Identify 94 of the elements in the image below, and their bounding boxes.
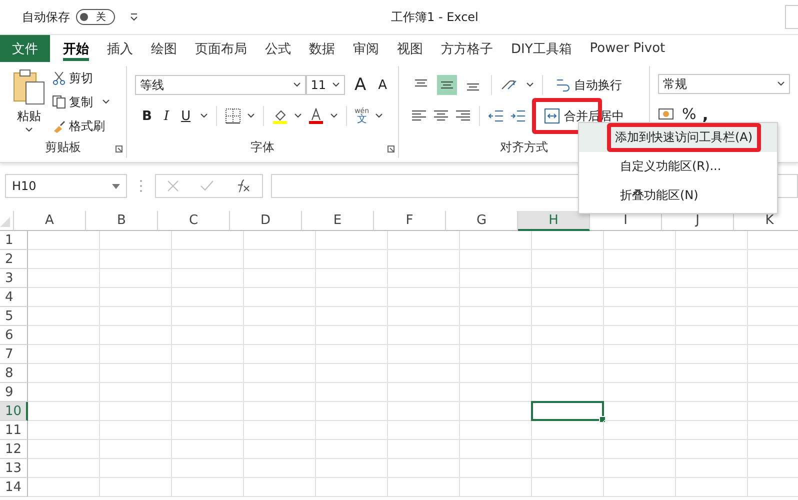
row-header[interactable]: 7 bbox=[0, 345, 28, 364]
row-header[interactable]: 4 bbox=[0, 288, 28, 307]
copy-button[interactable]: 复制 bbox=[52, 92, 110, 112]
shrink-font-button[interactable]: A bbox=[375, 78, 390, 92]
caret-icon[interactable] bbox=[294, 113, 302, 119]
ribbon-tab[interactable]: 开始 bbox=[54, 35, 98, 62]
horizontal-align-icon[interactable] bbox=[455, 109, 471, 123]
column-header[interactable]: F bbox=[374, 211, 446, 231]
grow-font-button[interactable]: A bbox=[351, 75, 370, 95]
window-title: 工作簿1 - Excel bbox=[391, 8, 478, 26]
ribbon-tab[interactable]: 方方格子 bbox=[432, 35, 502, 62]
autosave-label: 自动保存 bbox=[22, 8, 70, 26]
increase-indent-icon[interactable] bbox=[510, 109, 526, 123]
comma-button[interactable]: , bbox=[702, 104, 708, 124]
caret-icon bbox=[777, 81, 785, 87]
autosave-toggle[interactable]: 关 bbox=[76, 9, 115, 25]
clipboard-icon bbox=[12, 68, 46, 106]
ribbon-tab[interactable]: 公式 bbox=[256, 35, 300, 62]
currency-icon[interactable] bbox=[658, 106, 676, 122]
select-all-icon[interactable] bbox=[0, 217, 10, 227]
column-header[interactable]: C bbox=[158, 211, 230, 231]
group-label: 字体 bbox=[250, 138, 274, 156]
ribbon-tab[interactable]: 审阅 bbox=[344, 35, 388, 62]
vertical-align-button[interactable] bbox=[437, 75, 457, 95]
menu-item[interactable]: 添加到快速访问工具栏(A) bbox=[579, 123, 777, 152]
cut-button[interactable]: 剪切 bbox=[52, 68, 110, 88]
menu-item[interactable]: 折叠功能区(N) bbox=[579, 181, 777, 210]
name-box[interactable]: H10 bbox=[5, 174, 127, 198]
caret-icon[interactable] bbox=[246, 113, 255, 119]
caret-icon[interactable] bbox=[526, 82, 534, 88]
group-label: 对齐方式 bbox=[500, 138, 548, 156]
row-header[interactable]: 12 bbox=[0, 440, 28, 459]
ribbon-tab[interactable]: 页面布局 bbox=[186, 35, 256, 62]
row-header[interactable]: 10 bbox=[0, 402, 28, 421]
row-header[interactable]: 13 bbox=[0, 459, 28, 478]
insert-function-icon[interactable] bbox=[235, 179, 252, 193]
enter-icon[interactable] bbox=[200, 180, 214, 192]
caret-icon[interactable] bbox=[200, 113, 208, 119]
row-header[interactable]: 2 bbox=[0, 250, 28, 269]
copy-icon bbox=[52, 95, 66, 109]
format-painter-button[interactable]: 格式刷 bbox=[52, 116, 110, 136]
underline-button[interactable]: U bbox=[178, 108, 194, 124]
row-header[interactable]: 1 bbox=[0, 231, 28, 250]
caret-icon bbox=[25, 127, 33, 133]
search-field[interactable] bbox=[785, 5, 798, 29]
fill-color-icon[interactable] bbox=[272, 108, 288, 124]
column-header[interactable]: D bbox=[230, 211, 302, 231]
caret-icon bbox=[102, 99, 110, 105]
caret-icon[interactable] bbox=[330, 113, 338, 119]
row-header[interactable]: 11 bbox=[0, 421, 28, 440]
row-header[interactable]: 8 bbox=[0, 364, 28, 383]
ribbon-tab[interactable]: 数据 bbox=[300, 35, 344, 62]
column-header[interactable]: A bbox=[14, 211, 86, 231]
percent-button[interactable]: % bbox=[682, 105, 696, 123]
italic-button[interactable]: I bbox=[160, 108, 172, 124]
horizontal-align-icon[interactable] bbox=[433, 109, 449, 123]
ribbon-tab[interactable]: 绘图 bbox=[142, 35, 186, 62]
font-name-field[interactable]: 等线 bbox=[135, 75, 306, 95]
paintbrush-icon bbox=[52, 119, 66, 133]
menu-item[interactable]: 自定义功能区(R)... bbox=[579, 152, 777, 181]
borders-icon[interactable] bbox=[224, 108, 241, 124]
cancel-icon[interactable] bbox=[166, 180, 179, 192]
dialog-launcher-icon[interactable] bbox=[115, 145, 123, 153]
column-header[interactable]: E bbox=[302, 211, 374, 231]
ribbon-tab[interactable]: DIY工具箱 bbox=[502, 35, 581, 62]
ribbon-tab[interactable]: 文件 bbox=[0, 35, 50, 62]
row-header[interactable]: 3 bbox=[0, 269, 28, 288]
scissors-icon bbox=[52, 71, 66, 85]
row-header[interactable]: 6 bbox=[0, 326, 28, 345]
group-label: 剪贴板 bbox=[45, 138, 81, 156]
paste-button[interactable]: 粘贴 bbox=[12, 68, 46, 136]
dialog-launcher-icon[interactable] bbox=[387, 145, 395, 153]
row-header[interactable]: 5 bbox=[0, 307, 28, 326]
ribbon-tab[interactable]: 插入 bbox=[98, 35, 142, 62]
wrap-text-button[interactable]: 自动换行 bbox=[555, 76, 622, 94]
ribbon-tab[interactable]: Power Pivot bbox=[580, 35, 674, 62]
ribbon-tab[interactable]: 视图 bbox=[388, 35, 432, 62]
caret-icon bbox=[292, 82, 301, 88]
font-color-icon[interactable] bbox=[308, 108, 324, 124]
column-header[interactable]: H bbox=[518, 211, 590, 231]
number-format-field[interactable]: 常规 bbox=[658, 74, 790, 94]
caret-icon bbox=[332, 82, 340, 88]
caret-icon bbox=[112, 184, 120, 188]
merge-arrows-icon bbox=[544, 108, 560, 124]
decrease-indent-icon[interactable] bbox=[488, 109, 504, 123]
wrap-arrow-icon bbox=[555, 77, 571, 93]
grip-icon bbox=[139, 179, 143, 193]
horizontal-align-icon[interactable] bbox=[411, 109, 427, 123]
row-header[interactable]: 14 bbox=[0, 478, 28, 497]
bold-button[interactable]: B bbox=[139, 108, 155, 124]
font-size-field[interactable]: 11 bbox=[306, 75, 346, 95]
column-header[interactable]: B bbox=[86, 211, 158, 231]
caret-icon[interactable] bbox=[375, 113, 384, 119]
customize-caret-icon[interactable] bbox=[129, 12, 139, 22]
